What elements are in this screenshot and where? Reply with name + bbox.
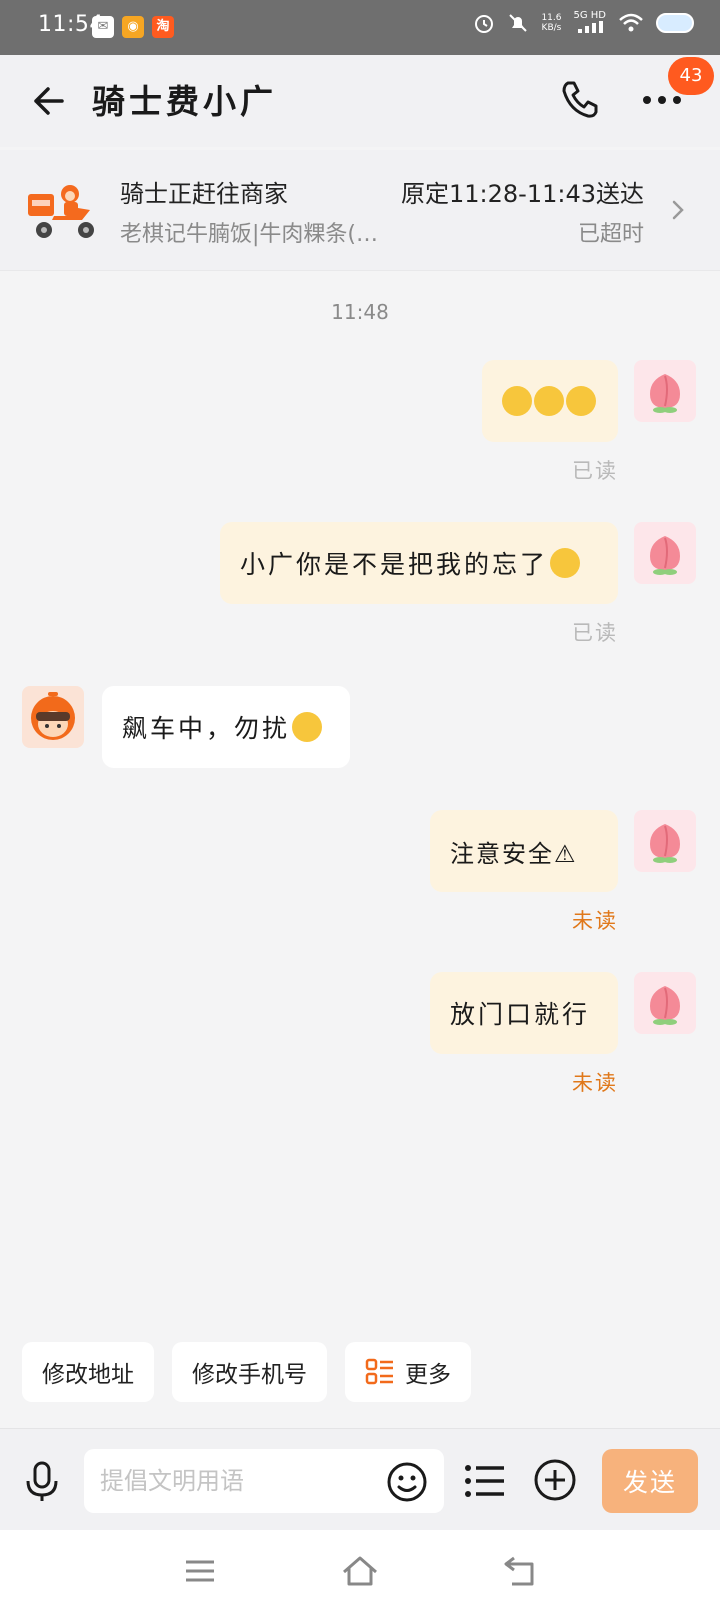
rider-avatar[interactable] [22,686,84,748]
message-text: 放门口就行 [450,1000,591,1029]
peach-avatar-icon [650,536,680,575]
alarm-icon [475,15,494,33]
order-shop-name: 老棋记牛腩饭|牛肉粿条(… [120,222,378,247]
monocle-face-emoji [566,386,596,416]
input-bar: 发送 [0,1428,720,1531]
mute-bell-icon [509,14,528,32]
order-overtime-label: 已超时 [577,222,644,247]
list-grid-icon [365,1358,393,1385]
wechat-icon: ✉ [92,16,114,38]
my-avatar[interactable] [634,360,696,422]
read-status: 已读 [572,459,618,483]
change-address-label: 修改地址 [42,1362,134,1388]
delivery-scooter-icon [28,185,94,238]
microphone-icon[interactable] [20,1459,64,1503]
chat-header: 骑士费小广 43 [0,55,720,147]
peach-avatar-icon [650,824,680,863]
my-avatar[interactable] [634,810,696,872]
order-status-card[interactable]: 骑士正赶往商家 老棋记牛腩饭|牛肉粿条(… 原定11:28-11:43送达 已超… [0,150,720,271]
message-text: 飙车中，勿扰 [122,714,291,743]
message-bubble[interactable]: 飙车中，勿扰 [102,686,350,768]
weibo-icon: ◉ [122,16,144,38]
add-attachment-icon[interactable] [532,1457,578,1503]
more-actions-button[interactable]: 更多 [345,1342,471,1402]
net-speed: 11.6 KB/s [541,13,562,33]
message-text: 注意安全⚠ [450,839,578,868]
chat-timestamp: 11:48 [331,300,389,324]
message-text: 小广你是不是把我的忘了 [240,550,549,579]
message-bubble[interactable] [482,360,618,442]
phone-icon[interactable] [558,77,602,121]
wifi-icon [619,13,643,32]
rider-character-icon [31,692,75,740]
change-phone-label: 修改手机号 [192,1362,307,1388]
chat-title: 骑士费小广 [92,82,277,121]
taobao-icon: 淘 [152,16,174,38]
status-right: 11.6 KB/s 5G HD [473,10,694,36]
signal-bars-icon [577,21,603,33]
message-bubble[interactable]: 小广你是不是把我的忘了 [220,522,618,604]
more-actions-label: 更多 [405,1362,451,1388]
my-avatar[interactable] [634,972,696,1034]
quick-phrases-icon[interactable] [462,1459,508,1503]
monocle-face-emoji [502,386,532,416]
status-app-icons: ✉ ◉ 淘 [92,16,174,38]
home-icon[interactable] [340,1552,380,1590]
monocle-face-emoji [534,386,564,416]
notification-badge: 43 [668,57,714,95]
peach-avatar-icon [650,374,680,413]
read-status: 未读 [572,909,618,933]
peach-avatar-icon [650,986,680,1025]
order-status-text: 骑士正赶往商家 [120,180,288,208]
face-holding-back-tears-emoji [550,548,581,578]
send-button[interactable]: 发送 [602,1449,698,1513]
emoji-picker-icon[interactable] [386,1461,428,1503]
chevron-right-icon [672,200,684,220]
order-eta: 原定11:28-11:43送达 [401,180,644,208]
menu-icon[interactable] [180,1552,220,1590]
my-avatar[interactable] [634,522,696,584]
read-status: 已读 [572,621,618,645]
sunglasses-face-emoji [292,712,323,742]
message-bubble[interactable]: 放门口就行 [430,972,618,1054]
battery-icon [656,13,694,33]
change-phone-button[interactable]: 修改手机号 [172,1342,327,1402]
signal-indicator: 5G HD [573,10,606,36]
quick-actions: 修改地址 修改手机号 更多 [22,1342,471,1402]
system-nav-bar [0,1530,720,1612]
back-nav-icon[interactable] [500,1552,540,1590]
change-address-button[interactable]: 修改地址 [22,1342,154,1402]
read-status: 未读 [572,1071,618,1095]
status-bar: 11:54 ✉ ◉ 淘 11.6 KB/s 5G HD [0,0,720,55]
message-bubble[interactable]: 注意安全⚠ [430,810,618,892]
back-arrow-icon[interactable] [28,81,68,121]
